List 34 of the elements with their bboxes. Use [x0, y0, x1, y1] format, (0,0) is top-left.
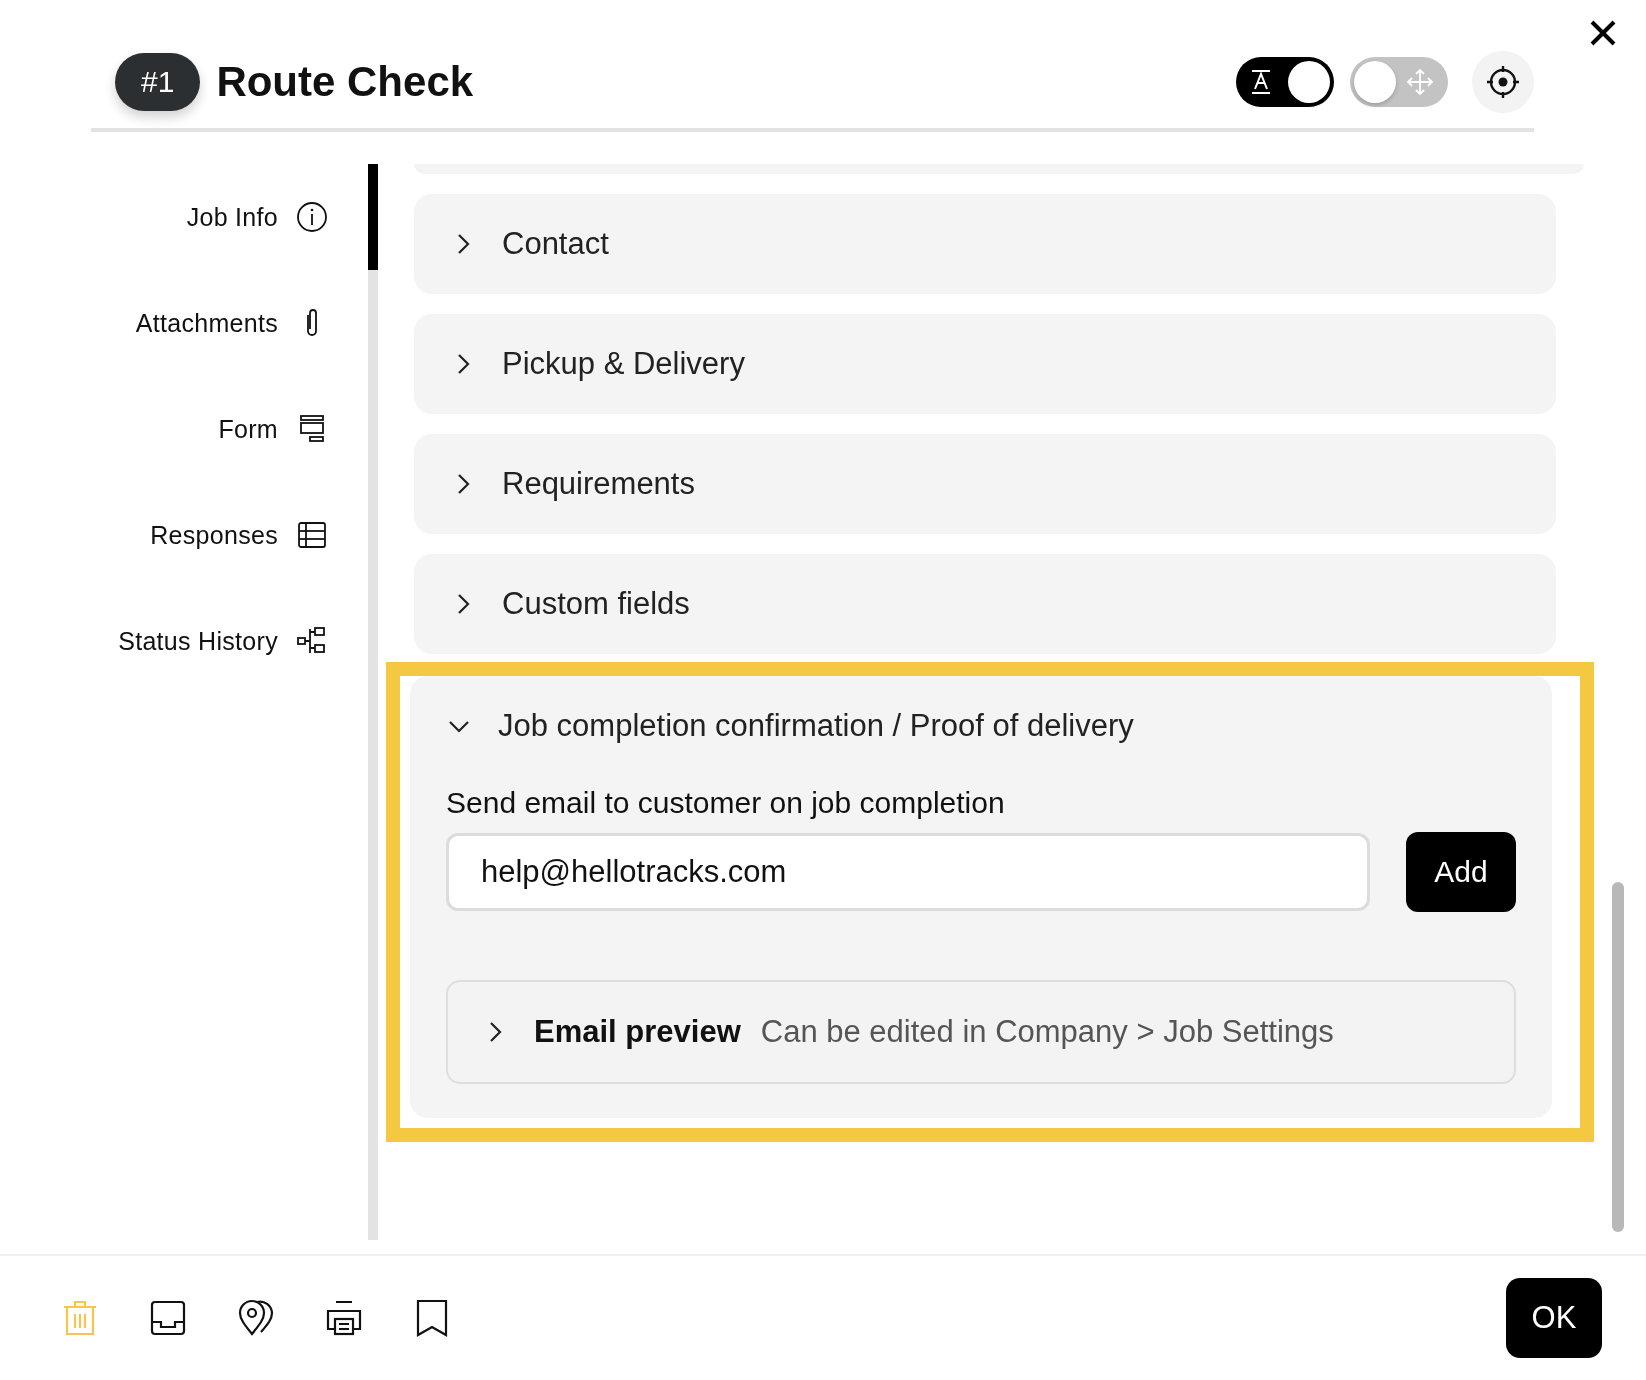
add-button[interactable]: Add	[1406, 832, 1516, 912]
inbox-icon	[150, 1299, 186, 1337]
toolbar-button[interactable]	[238, 1299, 274, 1337]
accordion-header[interactable]: Pickup & Delivery	[414, 314, 1556, 414]
email-field[interactable]: help@hellotracks.com	[446, 833, 1370, 911]
trash-icon	[62, 1299, 98, 1337]
move-icon	[1406, 68, 1434, 96]
scrollbar-thumb[interactable]	[1612, 882, 1624, 1232]
sidebar-link[interactable]: Status History	[118, 588, 368, 694]
move-mode-toggle[interactable]	[1350, 57, 1448, 107]
printer-icon	[326, 1299, 362, 1337]
email-preview-toggle[interactable]: Email preview Can be edited in Company > Job Settings	[446, 980, 1516, 1084]
accordion-header[interactable]: Contact	[414, 194, 1556, 294]
email-label: Send email to customer on job completion	[446, 786, 1006, 820]
text-mode-toggle[interactable]	[1236, 57, 1334, 107]
table-icon	[296, 519, 328, 551]
accordion-header[interactable]: Custom fields	[414, 554, 1556, 654]
page-title: Route Check	[216, 58, 474, 106]
sidebar-link[interactable]: Responses	[150, 482, 368, 588]
accordion-header[interactable]: Requirements	[414, 434, 1556, 534]
sidebar-link[interactable]: Job Info	[186, 164, 368, 270]
bookmark-icon	[414, 1299, 450, 1337]
job-number-badge: #1	[115, 53, 201, 111]
ok-button[interactable]: OK	[1506, 1278, 1602, 1358]
location-pins-icon	[238, 1299, 274, 1337]
scrollbar-thumb[interactable]	[368, 164, 378, 270]
crosshair-icon	[1485, 64, 1521, 100]
toolbar-button[interactable]	[414, 1299, 450, 1337]
sidebar-link[interactable]: Attachments	[135, 270, 368, 376]
info-icon	[296, 201, 328, 233]
sidebar-link[interactable]: Form	[218, 376, 368, 482]
toolbar-button[interactable]	[150, 1299, 186, 1337]
accordion-header[interactable]: Job completion confirmation / Proof of delivery	[410, 676, 1552, 776]
toolbar-button[interactable]	[326, 1299, 362, 1337]
